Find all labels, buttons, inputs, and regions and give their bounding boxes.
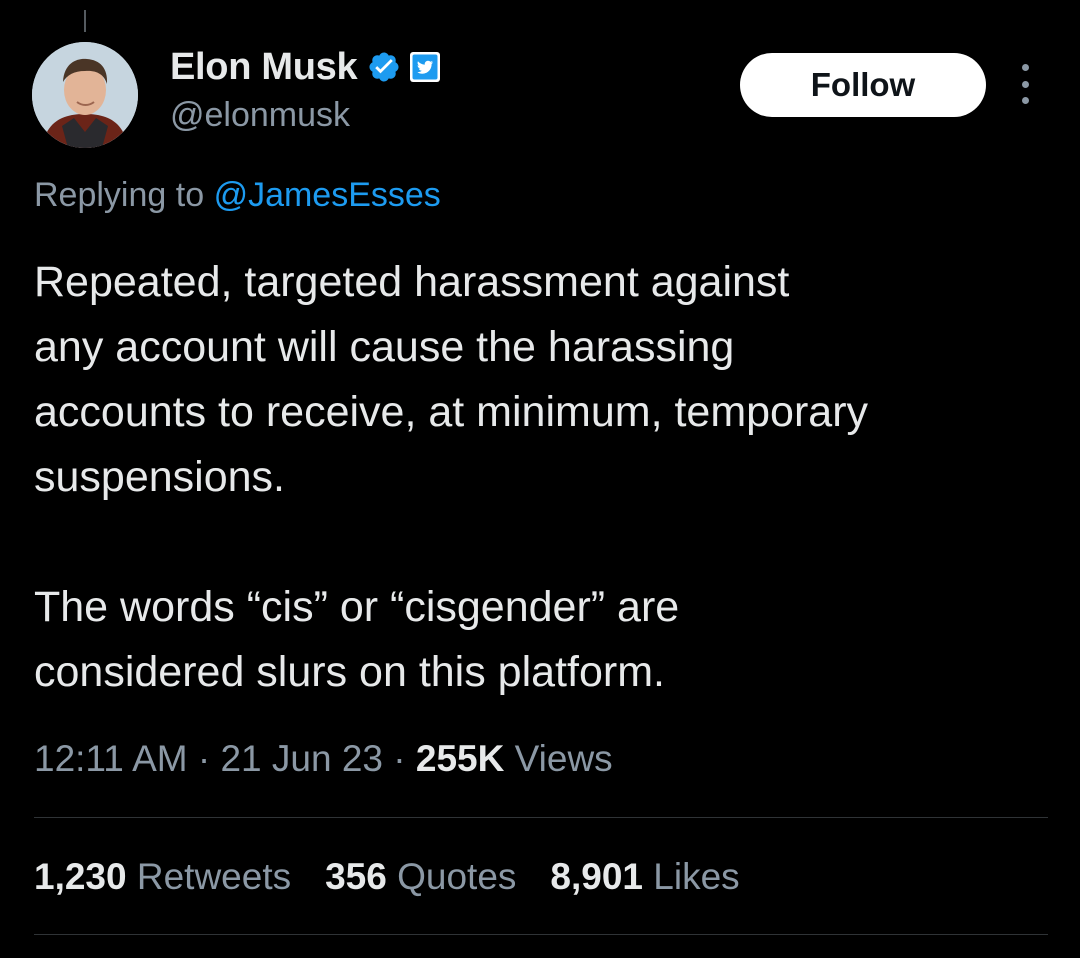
more-dot bbox=[1021, 64, 1029, 71]
reply-mention-link[interactable]: @JamesEsses bbox=[214, 176, 441, 214]
tweet-paragraph: The words “cis” or “cisgender” are consi… bbox=[34, 583, 680, 696]
meta-separator: · bbox=[197, 738, 211, 779]
retweets-count: 1,230 bbox=[34, 856, 127, 897]
engagement-stats: 1,230 Retweets 356 Quotes 8,901 Likes bbox=[34, 856, 774, 898]
more-dot bbox=[1021, 80, 1029, 88]
author-name-row: Elon Musk bbox=[170, 44, 441, 90]
tweet-paragraph: Repeated, targeted harassment against an… bbox=[34, 258, 869, 501]
quotes-count: 356 bbox=[325, 856, 387, 897]
replying-to-line: Replying to @JamesEsses bbox=[34, 176, 441, 215]
retweets-label: Retweets bbox=[136, 856, 292, 897]
meta-separator: · bbox=[393, 738, 406, 779]
likes-stat[interactable]: 8,901 Likes bbox=[550, 856, 739, 898]
quotes-stat[interactable]: 356 Quotes bbox=[325, 856, 516, 898]
author-handle[interactable]: @elonmusk bbox=[170, 96, 350, 135]
quotes-label: Quotes bbox=[397, 856, 517, 897]
replying-to-label: Replying to bbox=[34, 176, 205, 214]
follow-button[interactable]: Follow bbox=[740, 53, 986, 117]
divider bbox=[34, 817, 1048, 818]
verified-badge-icon[interactable] bbox=[367, 50, 401, 84]
retweets-stat[interactable]: 1,230 Retweets bbox=[34, 856, 291, 898]
tweet-date[interactable]: 21 Jun 23 bbox=[220, 738, 383, 779]
tweet-metadata: 12:11 AM · 21 Jun 23 · 255K Views bbox=[34, 738, 613, 780]
more-dot bbox=[1021, 97, 1029, 104]
tweet-time[interactable]: 12:11 AM bbox=[34, 738, 188, 779]
likes-count: 8,901 bbox=[550, 856, 644, 897]
author-display-name[interactable]: Elon Musk bbox=[170, 46, 358, 89]
thread-connector-line bbox=[84, 10, 86, 32]
divider bbox=[34, 934, 1048, 935]
twitter-bird-badge-icon[interactable] bbox=[409, 51, 441, 83]
avatar[interactable] bbox=[32, 42, 138, 148]
tweet-text: Repeated, targeted harassment against an… bbox=[34, 250, 1064, 705]
avatar-image bbox=[32, 42, 138, 148]
likes-label: Likes bbox=[653, 856, 740, 897]
views-count: 255K bbox=[415, 738, 505, 779]
views-label: Views bbox=[514, 738, 613, 779]
more-vertical-icon[interactable] bbox=[1014, 64, 1036, 104]
